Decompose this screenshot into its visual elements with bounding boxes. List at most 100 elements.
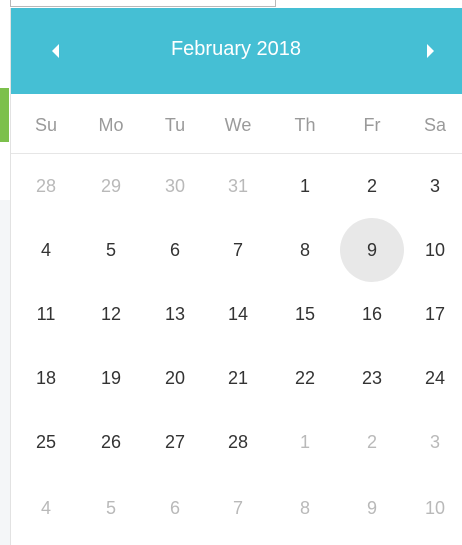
- weekday-label: Tu: [164, 115, 186, 135]
- day-cell[interactable]: 16: [340, 282, 404, 346]
- day-number: 2: [366, 176, 377, 196]
- day-cell[interactable]: 8: [273, 218, 337, 282]
- day-number: 1: [299, 432, 310, 452]
- day-number: 5: [105, 498, 116, 518]
- day-number: 9: [366, 498, 377, 518]
- date-input[interactable]: [10, 0, 276, 7]
- day-number: 19: [100, 368, 122, 388]
- day-number: 8: [299, 498, 310, 518]
- day-number: 13: [164, 304, 186, 324]
- day-cell[interactable]: 31: [206, 154, 270, 218]
- day-cell[interactable]: 7: [206, 476, 270, 540]
- day-cell[interactable]: 4: [14, 218, 78, 282]
- day-number: 10: [424, 240, 446, 260]
- weekday-label: Fr: [363, 115, 381, 135]
- day-cell[interactable]: 14: [206, 282, 270, 346]
- day-cell[interactable]: 11: [14, 282, 78, 346]
- weekday-label: Mo: [98, 115, 124, 135]
- datepicker-popup: February 2018 Su Mo Tu We Th Fr Sa 28 29 3…: [10, 8, 462, 545]
- day-cell[interactable]: 15: [273, 282, 337, 346]
- weekday-label: Th: [294, 115, 316, 135]
- day-number: 18: [35, 368, 57, 388]
- day-cell[interactable]: 19: [79, 346, 143, 410]
- day-cell[interactable]: 1: [273, 410, 337, 474]
- day-cell[interactable]: 5: [79, 476, 143, 540]
- day-cell[interactable]: 17: [403, 282, 462, 346]
- day-number: 14: [227, 304, 249, 324]
- next-month-button[interactable]: [406, 29, 454, 73]
- day-cell[interactable]: 6: [143, 218, 207, 282]
- day-cell[interactable]: 1: [273, 154, 337, 218]
- day-cell[interactable]: 21: [206, 346, 270, 410]
- weekday-label: Sa: [423, 115, 447, 135]
- day-cell[interactable]: 25: [14, 410, 78, 474]
- day-number: 6: [169, 240, 180, 260]
- day-cell[interactable]: 22: [273, 346, 337, 410]
- weekday-header-row: Su Mo Tu We Th Fr Sa: [11, 94, 462, 154]
- day-number: 26: [100, 432, 122, 452]
- day-number: 11: [36, 304, 56, 324]
- day-number: 5: [105, 240, 116, 260]
- day-number: 29: [100, 176, 122, 196]
- day-cell[interactable]: 12: [79, 282, 143, 346]
- day-number: 12: [100, 304, 122, 324]
- day-number: 3: [429, 176, 440, 196]
- day-number: 10: [424, 498, 446, 518]
- day-number: 8: [299, 240, 310, 260]
- day-number: 16: [361, 304, 383, 324]
- day-number: 31: [227, 176, 249, 196]
- day-number: 1: [299, 176, 310, 196]
- day-cell[interactable]: 27: [143, 410, 207, 474]
- day-cell[interactable]: 8: [273, 476, 337, 540]
- month-year-title[interactable]: February 2018: [91, 8, 381, 94]
- day-cell[interactable]: 26: [79, 410, 143, 474]
- day-cell[interactable]: 30: [143, 154, 207, 218]
- day-cell[interactable]: 10: [403, 476, 462, 540]
- chevron-left-icon: [52, 44, 59, 58]
- day-cell[interactable]: 23: [340, 346, 404, 410]
- day-cell[interactable]: 10: [403, 218, 462, 282]
- day-number: 7: [232, 498, 243, 518]
- day-number: 4: [40, 498, 51, 518]
- background-accent-bar: [0, 88, 9, 142]
- day-number: 22: [294, 368, 316, 388]
- day-number: 9: [366, 240, 377, 260]
- prev-month-button[interactable]: [32, 29, 80, 73]
- day-number: 21: [227, 368, 249, 388]
- day-cell-selected[interactable]: 9: [340, 218, 404, 282]
- day-number: 6: [169, 498, 180, 518]
- day-cell[interactable]: 18: [14, 346, 78, 410]
- background-panel: [0, 200, 10, 545]
- day-cell[interactable]: 7: [206, 218, 270, 282]
- day-number: 28: [35, 176, 57, 196]
- day-cell[interactable]: 28: [206, 410, 270, 474]
- day-number: 27: [164, 432, 186, 452]
- day-cell[interactable]: 4: [14, 476, 78, 540]
- day-cell[interactable]: 13: [143, 282, 207, 346]
- day-number: 24: [424, 368, 446, 388]
- day-cell[interactable]: 28: [14, 154, 78, 218]
- day-number: 15: [294, 304, 316, 324]
- day-cell[interactable]: 3: [403, 410, 462, 474]
- day-cell[interactable]: 20: [143, 346, 207, 410]
- day-number: 28: [227, 432, 249, 452]
- day-cell[interactable]: 24: [403, 346, 462, 410]
- day-cell[interactable]: 29: [79, 154, 143, 218]
- day-cell[interactable]: 2: [340, 154, 404, 218]
- day-number: 17: [424, 304, 446, 324]
- day-number: 4: [40, 240, 51, 260]
- day-cell[interactable]: 5: [79, 218, 143, 282]
- weekday-label: Su: [34, 115, 58, 135]
- day-number: 25: [35, 432, 57, 452]
- chevron-right-icon: [427, 44, 434, 58]
- day-cell[interactable]: 2: [340, 410, 404, 474]
- page: February 2018 Su Mo Tu We Th Fr Sa 28 29 3…: [0, 0, 462, 545]
- day-cell[interactable]: 3: [403, 154, 462, 218]
- day-number: 30: [164, 176, 186, 196]
- weekday-label: We: [224, 115, 252, 135]
- day-number: 2: [366, 432, 377, 452]
- day-cell[interactable]: 6: [143, 476, 207, 540]
- day-cell[interactable]: 9: [340, 476, 404, 540]
- day-number: 20: [164, 368, 186, 388]
- day-number: 3: [429, 432, 440, 452]
